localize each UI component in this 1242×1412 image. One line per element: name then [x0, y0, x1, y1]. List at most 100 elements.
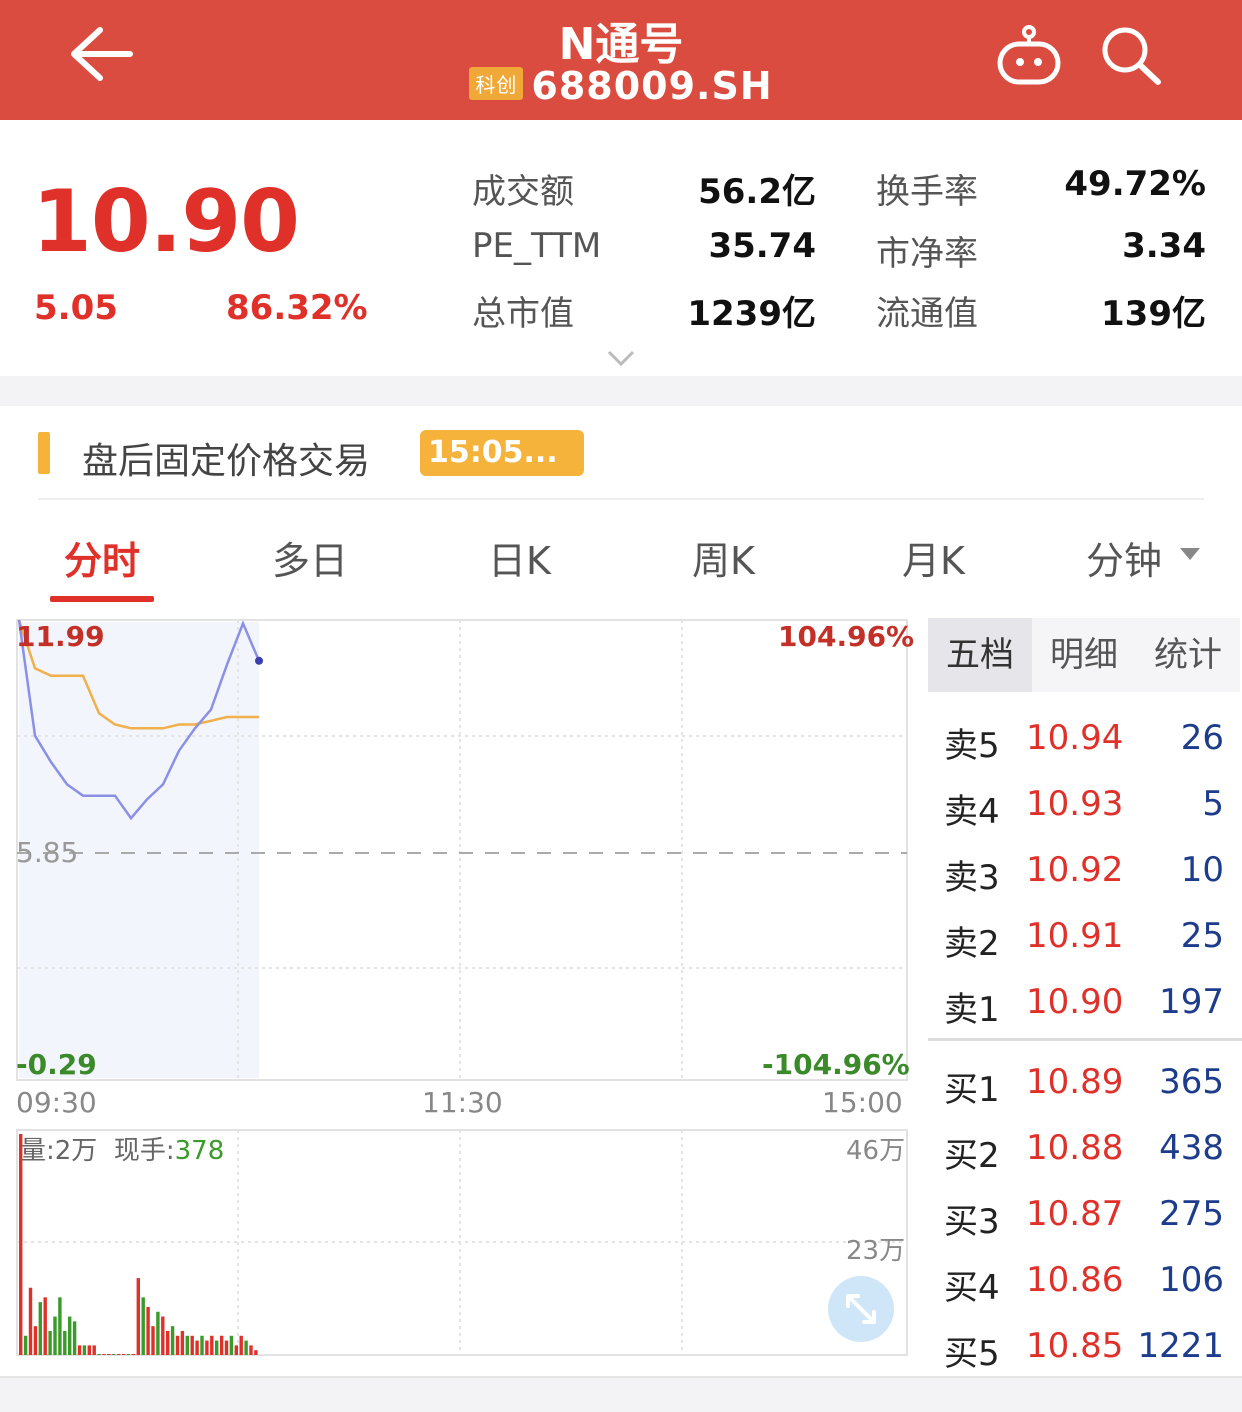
current-hand-value: 378: [174, 1136, 225, 1166]
y-axis-bottom-label: -0.29: [16, 1048, 97, 1081]
section-marker: [38, 432, 50, 474]
chevron-down-icon[interactable]: [606, 348, 636, 368]
volume-bar: [175, 1335, 180, 1355]
level-volume: 438: [1159, 1128, 1224, 1168]
divider: [38, 498, 1204, 500]
bid-row: 买5 10.85 1221: [928, 1316, 1238, 1382]
level-volume: 26: [1180, 718, 1224, 758]
volume-bar: [205, 1340, 209, 1355]
star-market-badge: 科创: [469, 67, 524, 100]
section-gap: [0, 376, 1242, 406]
level-volume: 25: [1180, 916, 1224, 956]
stat-label: 总市值: [472, 294, 574, 334]
volume-bar: [136, 1278, 140, 1355]
quote-panel: 10.90 5.05 86.32% 成交额 56.2亿 换手率 49.72% P…: [0, 120, 1242, 376]
price-change: 5.05: [34, 288, 118, 328]
level-name: 卖5: [944, 726, 1000, 766]
last-price: 10.90: [32, 172, 300, 272]
stat-label: 市净率: [876, 234, 978, 274]
volume-bar: [107, 1354, 111, 1355]
tab-five-levels[interactable]: 五档: [928, 618, 1032, 692]
volume-bar: [23, 1335, 28, 1355]
bid-row: 买3 10.87 275: [928, 1184, 1238, 1250]
search-icon[interactable]: [1098, 24, 1164, 88]
tab-details[interactable]: 明细: [1032, 618, 1136, 692]
volume-bar: [254, 1350, 258, 1355]
top-header: N通号 科创 688009.SH: [0, 0, 1242, 120]
level-volume: 275: [1159, 1194, 1224, 1234]
volume-bar: [19, 1134, 23, 1355]
level-price: 10.92: [1026, 850, 1124, 890]
tab-statistics[interactable]: 统计: [1136, 618, 1240, 692]
level-name: 买2: [944, 1136, 1000, 1176]
price-change-pct: 86.32%: [226, 288, 368, 328]
level-name: 买3: [944, 1202, 1000, 1242]
volume-bar: [195, 1340, 199, 1355]
x-axis-label-start: 09:30: [16, 1086, 97, 1119]
volume-bar: [77, 1345, 82, 1355]
level-name: 买4: [944, 1268, 1000, 1308]
volume-bar: [141, 1297, 145, 1355]
stat-value: 3.34: [1122, 226, 1206, 266]
stat-label: 流通值: [876, 294, 978, 334]
level-name: 买5: [944, 1334, 1000, 1374]
volume-bar: [146, 1306, 150, 1355]
level-name: 卖1: [944, 990, 1000, 1030]
current-hand-label: 现手:: [113, 1136, 175, 1166]
tab-minute[interactable]: 分钟: [1086, 530, 1162, 585]
volume-bar: [229, 1335, 234, 1355]
robot-assistant-icon[interactable]: [994, 24, 1064, 88]
volume-bar: [215, 1340, 219, 1355]
level-price: 10.94: [1026, 718, 1124, 758]
volume-bar: [63, 1330, 67, 1355]
level-price: 10.88: [1026, 1128, 1124, 1168]
volume-bar: [185, 1335, 189, 1355]
volume-bar: [87, 1345, 91, 1355]
fullscreen-button[interactable]: [828, 1276, 894, 1342]
volume-bar: [112, 1354, 116, 1355]
after-hours-time-button[interactable]: 15:05...: [420, 430, 584, 476]
level-price: 10.93: [1026, 784, 1124, 824]
volume-bar: [161, 1316, 165, 1355]
pct-axis-bottom-label: -104.96%: [762, 1048, 910, 1081]
volume-bar: [72, 1321, 77, 1355]
volume-bar: [121, 1354, 126, 1355]
volume-bar: [126, 1354, 131, 1355]
volume-bar: [33, 1326, 38, 1355]
level-volume: 197: [1159, 982, 1224, 1022]
volume-axis-top-label: 46万: [846, 1136, 906, 1166]
tab-weekly-k[interactable]: 周K: [692, 530, 755, 585]
ask-row: 卖1 10.90 197: [928, 972, 1238, 1038]
level-volume: 1221: [1137, 1326, 1224, 1366]
volume-bar: [210, 1335, 214, 1355]
volume-bar: [219, 1335, 224, 1355]
volume-bar: [180, 1330, 185, 1355]
volume-bar: [131, 1354, 136, 1355]
level-volume: 10: [1180, 850, 1224, 890]
volume-axis-mid-label: 23万: [846, 1236, 906, 1266]
volume-bars: [19, 1134, 258, 1355]
ask-row: 卖2 10.91 25: [928, 906, 1238, 972]
tab-daily-k[interactable]: 日K: [488, 530, 551, 585]
tab-monthly-k[interactable]: 月K: [902, 530, 965, 585]
stat-value: 49.72%: [1064, 164, 1206, 204]
volume-bar: [43, 1297, 47, 1355]
tab-multi-day[interactable]: 多日: [272, 530, 348, 585]
stock-code: 688009.SH: [531, 64, 773, 108]
bid-row: 买1 10.89 365: [928, 1052, 1238, 1118]
volume-bar: [38, 1302, 42, 1355]
intraday-chart[interactable]: [0, 610, 920, 1370]
x-axis-label-end: 15:00: [822, 1086, 903, 1119]
level-volume: 5: [1202, 784, 1224, 824]
volume-bar: [28, 1287, 33, 1355]
level-price: 10.91: [1026, 916, 1124, 956]
dropdown-triangle-icon[interactable]: [1178, 546, 1202, 562]
volume-bar: [234, 1345, 238, 1355]
active-tab-indicator: [50, 596, 154, 602]
volume-value: 量:2万: [20, 1136, 98, 1166]
volume-bar: [190, 1335, 194, 1355]
volume-bar: [68, 1316, 72, 1355]
tab-intraday[interactable]: 分时: [64, 530, 140, 585]
volume-bar: [156, 1311, 160, 1355]
level-price: 10.85: [1026, 1326, 1124, 1366]
